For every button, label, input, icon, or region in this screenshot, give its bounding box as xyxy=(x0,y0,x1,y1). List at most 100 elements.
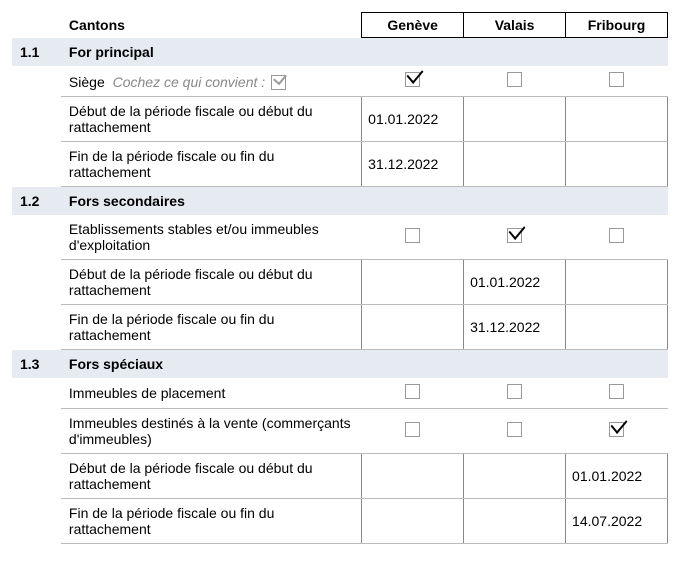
canton-header-2: Fribourg xyxy=(566,13,668,38)
row-num-blank xyxy=(12,499,61,544)
checkbox-cell xyxy=(566,215,668,260)
checkbox[interactable] xyxy=(405,72,420,87)
row-label: Etablissements stables et/ou immeubles d… xyxy=(61,215,362,260)
value-cell[interactable] xyxy=(362,260,464,305)
data-row: Fin de la période fiscale ou fin du ratt… xyxy=(12,142,668,187)
checkbox[interactable] xyxy=(507,422,522,437)
data-row: Immeubles destinés à la vente (commerçan… xyxy=(12,409,668,454)
checkbox-cell xyxy=(464,66,566,97)
checkbox-cell xyxy=(566,66,668,97)
checkbox-cell xyxy=(362,409,464,454)
value-cell[interactable]: 01.01.2022 xyxy=(566,454,668,499)
section-row: 1.2Fors secondaires xyxy=(12,187,668,216)
row-hint: Cochez ce qui convient : xyxy=(113,74,266,90)
section-row: 1.1For principal xyxy=(12,38,668,67)
section-number: 1.3 xyxy=(12,350,61,379)
checkbox[interactable] xyxy=(609,72,624,87)
row-label-text: Immeubles destinés à la vente (commerçan… xyxy=(69,415,351,447)
value-cell[interactable] xyxy=(566,142,668,187)
row-num-blank xyxy=(12,409,61,454)
row-label: Début de la période fiscale ou début du … xyxy=(61,260,362,305)
value-cell[interactable]: 31.12.2022 xyxy=(362,142,464,187)
checkbox[interactable] xyxy=(507,72,522,87)
checkbox-cell xyxy=(464,215,566,260)
data-row: Fin de la période fiscale ou fin du ratt… xyxy=(12,499,668,544)
checkbox[interactable] xyxy=(609,228,624,243)
row-label-text: Siège xyxy=(69,74,105,90)
row-num-blank xyxy=(12,97,61,142)
checkbox[interactable] xyxy=(507,228,522,243)
checkmark-example-icon xyxy=(271,75,286,90)
value-cell[interactable]: 14.07.2022 xyxy=(566,499,668,544)
row-num-blank xyxy=(12,142,61,187)
value-cell[interactable] xyxy=(566,97,668,142)
row-num-blank xyxy=(12,260,61,305)
section-number: 1.1 xyxy=(12,38,61,67)
value-cell[interactable] xyxy=(464,499,566,544)
row-label-text: Fin de la période fiscale ou fin du ratt… xyxy=(69,148,274,180)
form-table: Cantons Genève Valais Fribourg 1.1For pr… xyxy=(12,12,668,544)
row-label-text: Début de la période fiscale ou début du … xyxy=(69,103,313,135)
checkbox-cell xyxy=(566,409,668,454)
row-num-blank xyxy=(12,454,61,499)
value-cell[interactable] xyxy=(566,260,668,305)
value-cell[interactable] xyxy=(464,142,566,187)
data-row: Etablissements stables et/ou immeubles d… xyxy=(12,215,668,260)
data-row: Siège Cochez ce qui convient : xyxy=(12,66,668,97)
row-label: Début de la période fiscale ou début du … xyxy=(61,454,362,499)
row-label-text: Fin de la période fiscale ou fin du ratt… xyxy=(69,311,274,343)
checkbox[interactable] xyxy=(609,422,624,437)
value-cell[interactable] xyxy=(362,499,464,544)
value-cell[interactable] xyxy=(362,305,464,350)
data-row: Début de la période fiscale ou début du … xyxy=(12,454,668,499)
canton-header-0: Genève xyxy=(362,13,464,38)
value-cell[interactable] xyxy=(464,454,566,499)
header-row: Cantons Genève Valais Fribourg xyxy=(12,13,668,38)
row-label: Début de la période fiscale ou début du … xyxy=(61,97,362,142)
section-title: Fors secondaires xyxy=(61,187,668,216)
row-label-text: Immeubles de placement xyxy=(69,385,225,401)
value-cell[interactable]: 01.01.2022 xyxy=(464,260,566,305)
row-label-text: Début de la période fiscale ou début du … xyxy=(69,460,313,492)
row-num-blank xyxy=(12,215,61,260)
data-row: Début de la période fiscale ou début du … xyxy=(12,97,668,142)
value-cell[interactable] xyxy=(464,97,566,142)
row-num-blank xyxy=(12,378,61,409)
value-cell[interactable]: 01.01.2022 xyxy=(362,97,464,142)
checkbox[interactable] xyxy=(405,422,420,437)
checkbox[interactable] xyxy=(405,384,420,399)
row-label: Fin de la période fiscale ou fin du ratt… xyxy=(61,499,362,544)
checkbox-cell xyxy=(464,409,566,454)
row-label: Fin de la période fiscale ou fin du ratt… xyxy=(61,142,362,187)
checkbox-cell xyxy=(362,66,464,97)
checkbox[interactable] xyxy=(405,228,420,243)
row-label-text: Etablissements stables et/ou immeubles d… xyxy=(69,221,319,253)
header-num-blank xyxy=(12,13,61,38)
section-title: For principal xyxy=(61,38,668,67)
row-label: Immeubles destinés à la vente (commerçan… xyxy=(61,409,362,454)
row-label: Immeubles de placement xyxy=(61,378,362,409)
row-label: Fin de la période fiscale ou fin du ratt… xyxy=(61,305,362,350)
data-row: Fin de la période fiscale ou fin du ratt… xyxy=(12,305,668,350)
row-num-blank xyxy=(12,66,61,97)
row-label-text: Début de la période fiscale ou début du … xyxy=(69,266,313,298)
checkbox[interactable] xyxy=(609,384,624,399)
row-label: Siège Cochez ce qui convient : xyxy=(61,66,362,97)
checkbox-cell xyxy=(566,378,668,409)
data-row: Immeubles de placement xyxy=(12,378,668,409)
row-num-blank xyxy=(12,305,61,350)
checkbox-cell xyxy=(362,215,464,260)
checkbox[interactable] xyxy=(507,384,522,399)
checkbox-cell xyxy=(362,378,464,409)
cantons-label: Cantons xyxy=(61,13,362,38)
section-row: 1.3Fors spéciaux xyxy=(12,350,668,379)
checkbox-cell xyxy=(464,378,566,409)
canton-header-1: Valais xyxy=(464,13,566,38)
section-title: Fors spéciaux xyxy=(61,350,668,379)
data-row: Début de la période fiscale ou début du … xyxy=(12,260,668,305)
value-cell[interactable] xyxy=(566,305,668,350)
section-number: 1.2 xyxy=(12,187,61,216)
value-cell[interactable] xyxy=(362,454,464,499)
value-cell[interactable]: 31.12.2022 xyxy=(464,305,566,350)
row-label-text: Fin de la période fiscale ou fin du ratt… xyxy=(69,505,274,537)
